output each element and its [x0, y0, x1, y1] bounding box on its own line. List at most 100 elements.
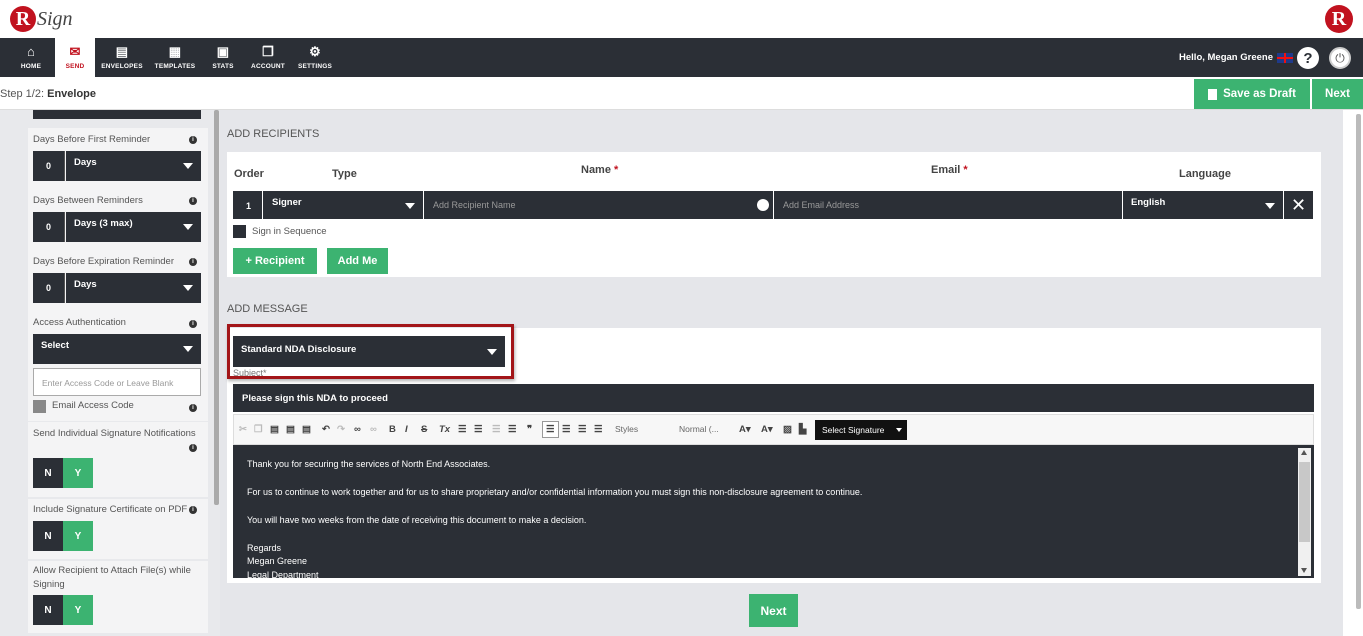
next-button-top[interactable]: Next	[1312, 79, 1363, 109]
save-draft-button[interactable]: Save as Draft	[1194, 79, 1310, 109]
individual-notifications-yes[interactable]: Y	[63, 458, 93, 488]
paste-icon[interactable]: ▤	[270, 424, 279, 435]
remove-recipient-icon[interactable]: ✕	[1284, 191, 1313, 219]
expiration-reminder-value[interactable]: 0	[33, 273, 65, 303]
align-left-icon[interactable]: ☰	[542, 421, 559, 438]
paste-text-icon[interactable]: ▤	[286, 424, 295, 435]
redo-icon[interactable]: ↷	[337, 424, 345, 435]
stamp-icon[interactable]: ▙	[799, 424, 806, 435]
expiration-reminder-unit-select[interactable]: Days	[66, 273, 201, 303]
nav-envelopes[interactable]: ▤ ENVELOPES	[99, 38, 145, 77]
access-auth-group: Access Authentication i Select Enter Acc…	[28, 311, 208, 421]
settings-scrollbar[interactable]	[214, 110, 219, 505]
format-dropdown[interactable]: Normal (...	[679, 424, 719, 434]
unlink-icon[interactable]: ∞	[370, 424, 377, 435]
chevron-down-icon	[183, 346, 193, 352]
between-reminders-unit-select[interactable]: Days (3 max)	[66, 212, 201, 242]
recipient-name-input[interactable]: Add Recipient Name	[424, 191, 773, 219]
signature-certificate-yes[interactable]: Y	[63, 521, 93, 551]
nav-home[interactable]: ⌂ HOME	[11, 38, 51, 77]
image-icon[interactable]: ▨	[783, 424, 792, 435]
logo-bar: R Sign R	[0, 0, 1363, 38]
info-icon[interactable]: i	[189, 506, 197, 514]
editor-scrollbar[interactable]	[1299, 462, 1310, 542]
first-reminder-value[interactable]: 0	[33, 151, 65, 181]
document-icon	[1208, 88, 1218, 100]
collapsed-select[interactable]	[33, 110, 201, 119]
link-icon[interactable]: ∞	[354, 424, 361, 435]
greeting-text: Hello, Megan Greene	[1179, 52, 1273, 63]
align-right-icon[interactable]: ☰	[578, 424, 587, 435]
nav-label: ACCOUNT	[251, 63, 285, 70]
sign-in-sequence-label: Sign in Sequence	[252, 226, 327, 237]
next-button-bottom[interactable]: Next	[749, 594, 798, 627]
message-body-editor[interactable]: Thank you for securing the services of N…	[233, 445, 1314, 578]
text-color-icon[interactable]: A▾	[739, 424, 751, 435]
add-me-button[interactable]: Add Me	[327, 248, 388, 274]
attach-files-no[interactable]: N	[33, 595, 63, 625]
paste-word-icon[interactable]: ▤	[302, 424, 311, 435]
numbered-list-icon[interactable]: ☰	[458, 424, 467, 435]
recipient-language-select[interactable]: English	[1123, 191, 1283, 219]
recipient-email-input[interactable]: Add Email Address	[774, 191, 1122, 219]
contact-icon[interactable]	[757, 199, 769, 211]
recipient-type-select[interactable]: Signer	[263, 191, 423, 219]
subject-input[interactable]: Please sign this NDA to proceed	[233, 384, 1314, 412]
undo-icon[interactable]: ↶	[322, 424, 330, 435]
access-code-input[interactable]: Enter Access Code or Leave Blank	[33, 368, 201, 396]
language-header: Language	[1179, 168, 1231, 180]
add-recipient-button[interactable]: + Recipient	[233, 248, 317, 274]
indent-icon[interactable]: ☰	[508, 424, 517, 435]
email-access-code-checkbox[interactable]	[33, 400, 46, 413]
italic-icon[interactable]: I	[405, 424, 408, 435]
info-icon[interactable]: i	[189, 258, 197, 266]
between-reminders-value[interactable]: 0	[33, 212, 65, 242]
nav-settings[interactable]: ⚙ SETTINGS	[295, 38, 335, 77]
info-icon[interactable]: i	[189, 197, 197, 205]
nav-templates[interactable]: ▦ TEMPLATES	[153, 38, 197, 77]
outdent-icon[interactable]: ☰	[492, 424, 501, 435]
individual-notifications-no[interactable]: N	[33, 458, 63, 488]
inbox-icon: ▤	[115, 44, 129, 59]
help-icon[interactable]: ?	[1297, 47, 1319, 69]
nav-stats[interactable]: ▣ STATS	[204, 38, 242, 77]
bullet-list-icon[interactable]: ☰	[474, 424, 483, 435]
power-icon[interactable]: ⏻	[1329, 47, 1351, 69]
cut-icon[interactable]: ✂	[239, 424, 247, 435]
nav-send[interactable]: ✉ SEND	[55, 38, 95, 77]
select-signature-dropdown[interactable]: Select Signature	[815, 420, 907, 440]
align-center-icon[interactable]: ☰	[562, 424, 571, 435]
signature-certificate-no[interactable]: N	[33, 521, 63, 551]
message-title: ADD MESSAGE	[227, 303, 308, 315]
template-icon: ▦	[168, 44, 182, 59]
sign-in-sequence-checkbox[interactable]	[233, 225, 246, 238]
first-reminder-unit-select[interactable]: Days	[66, 151, 201, 181]
uk-flag-icon[interactable]	[1277, 52, 1293, 63]
unit-value: Days	[74, 157, 97, 168]
bg-color-icon[interactable]: A▾	[761, 424, 773, 435]
align-justify-icon[interactable]: ☰	[594, 424, 603, 435]
bold-icon[interactable]: B	[389, 424, 396, 435]
strike-icon[interactable]: S	[421, 424, 427, 435]
editor-toolbar: ✂ ❐ ▤ ▤ ▤ ↶ ↷ ∞ ∞ B I S Tx ☰ ☰ ☰ ☰ ❞ ☰ ☰…	[233, 414, 1314, 445]
info-icon[interactable]: i	[189, 444, 197, 452]
scroll-up-icon[interactable]	[1301, 450, 1307, 455]
styles-dropdown[interactable]: Styles	[615, 424, 638, 434]
info-icon[interactable]: i	[189, 320, 197, 328]
signature-certificate-group: Include Signature Certificate on PDF i N…	[28, 499, 208, 559]
app-logo[interactable]: R Sign	[10, 4, 73, 34]
nav-account[interactable]: ❐ ACCOUNT	[247, 38, 289, 77]
nav-label: STATS	[212, 63, 234, 70]
info-icon[interactable]: i	[189, 404, 197, 412]
copy-icon[interactable]: ❐	[254, 424, 263, 435]
recipient-order[interactable]: 1	[233, 191, 262, 219]
body-line: You will have two weeks from the date of…	[247, 515, 587, 525]
name-header-text: Name	[581, 164, 611, 176]
info-icon[interactable]: i	[189, 136, 197, 144]
attach-files-yes[interactable]: Y	[63, 595, 93, 625]
access-auth-select[interactable]: Select	[33, 334, 201, 364]
scroll-down-icon[interactable]	[1301, 568, 1307, 573]
clear-format-icon[interactable]: Tx	[439, 424, 450, 435]
page-scrollbar[interactable]	[1356, 114, 1361, 609]
blockquote-icon[interactable]: ❞	[527, 424, 532, 435]
